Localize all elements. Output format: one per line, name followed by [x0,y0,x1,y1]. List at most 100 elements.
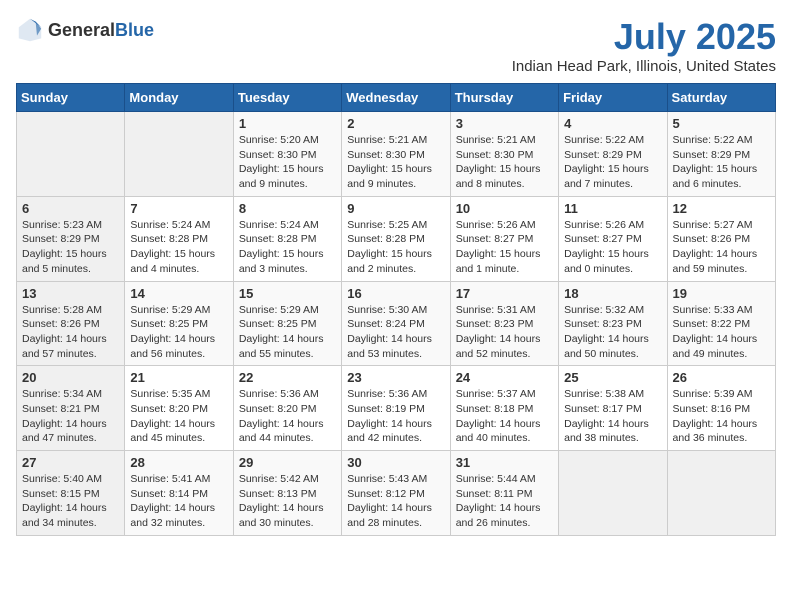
weekday-header-thursday: Thursday [450,84,558,112]
weekday-header-monday: Monday [125,84,233,112]
day-number: 20 [22,370,119,385]
day-info: Sunrise: 5:28 AM Sunset: 8:26 PM Dayligh… [22,303,119,362]
calendar-cell [667,451,775,536]
day-number: 16 [347,286,444,301]
day-number: 25 [564,370,661,385]
day-number: 24 [456,370,553,385]
calendar-cell: 2 Sunrise: 5:21 AM Sunset: 8:30 PM Daylig… [342,112,450,197]
calendar-cell [559,451,667,536]
day-info: Sunrise: 5:22 AM Sunset: 8:29 PM Dayligh… [564,133,661,192]
calendar-cell: 24 Sunrise: 5:37 AM Sunset: 8:18 PM Dayli… [450,366,558,451]
day-info: Sunrise: 5:34 AM Sunset: 8:21 PM Dayligh… [22,387,119,446]
weekday-header-row: SundayMondayTuesdayWednesdayThursdayFrid… [17,84,776,112]
day-info: Sunrise: 5:44 AM Sunset: 8:11 PM Dayligh… [456,472,553,531]
calendar-cell: 19Sunrise: 5:33 AM Sunset: 8:22 PM Dayli… [667,281,775,366]
calendar-cell: 26Sunrise: 5:39 AM Sunset: 8:16 PM Dayli… [667,366,775,451]
day-number: 10 [456,201,553,216]
day-number: 31 [456,455,553,470]
calendar-cell: 1 Sunrise: 5:20 AM Sunset: 8:30 PM Daylig… [233,112,341,197]
calendar-cell: 23 Sunrise: 5:36 AM Sunset: 8:19 PM Dayli… [342,366,450,451]
day-info: Sunrise: 5:24 AM Sunset: 8:28 PM Dayligh… [130,218,227,277]
calendar-cell: 30 Sunrise: 5:43 AM Sunset: 8:12 PM Dayli… [342,451,450,536]
day-info: Sunrise: 5:40 AM Sunset: 8:15 PM Dayligh… [22,472,119,531]
calendar-cell: 7 Sunrise: 5:24 AM Sunset: 8:28 PM Daylig… [125,196,233,281]
day-number: 27 [22,455,119,470]
calendar-cell: 4 Sunrise: 5:22 AM Sunset: 8:29 PM Daylig… [559,112,667,197]
day-info: Sunrise: 5:27 AM Sunset: 8:26 PM Dayligh… [673,218,770,277]
page-header: GeneralBlue July 2025 Indian Head Park, … [16,16,776,75]
day-info: Sunrise: 5:23 AM Sunset: 8:29 PM Dayligh… [22,218,119,277]
calendar-cell: 22 Sunrise: 5:36 AM Sunset: 8:20 PM Dayli… [233,366,341,451]
calendar-cell: 13Sunrise: 5:28 AM Sunset: 8:26 PM Dayli… [17,281,125,366]
calendar-cell [125,112,233,197]
day-number: 4 [564,116,661,131]
title-block: July 2025 Indian Head Park, Illinois, Un… [512,16,776,75]
calendar-cell: 15 Sunrise: 5:29 AM Sunset: 8:25 PM Dayli… [233,281,341,366]
weekday-header-friday: Friday [559,84,667,112]
logo: GeneralBlue [16,16,154,44]
day-number: 14 [130,286,227,301]
calendar-cell: 11Sunrise: 5:26 AM Sunset: 8:27 PM Dayli… [559,196,667,281]
calendar-cell: 3Sunrise: 5:21 AM Sunset: 8:30 PM Daylig… [450,112,558,197]
logo-icon [16,16,44,44]
day-number: 30 [347,455,444,470]
calendar-cell: 10 Sunrise: 5:26 AM Sunset: 8:27 PM Dayli… [450,196,558,281]
calendar-cell: 27 Sunrise: 5:40 AM Sunset: 8:15 PM Dayli… [17,451,125,536]
day-number: 1 [239,116,336,131]
day-number: 5 [673,116,770,131]
day-info: Sunrise: 5:22 AM Sunset: 8:29 PM Dayligh… [673,133,770,192]
day-info: Sunrise: 5:41 AM Sunset: 8:14 PM Dayligh… [130,472,227,531]
day-info: Sunrise: 5:36 AM Sunset: 8:20 PM Dayligh… [239,387,336,446]
day-info: Sunrise: 5:37 AM Sunset: 8:18 PM Dayligh… [456,387,553,446]
day-number: 7 [130,201,227,216]
day-info: Sunrise: 5:29 AM Sunset: 8:25 PM Dayligh… [239,303,336,362]
calendar-week-row: 13Sunrise: 5:28 AM Sunset: 8:26 PM Dayli… [17,281,776,366]
day-info: Sunrise: 5:20 AM Sunset: 8:30 PM Dayligh… [239,133,336,192]
calendar-week-row: 1 Sunrise: 5:20 AM Sunset: 8:30 PM Daylig… [17,112,776,197]
weekday-header-saturday: Saturday [667,84,775,112]
calendar-cell: 12 Sunrise: 5:27 AM Sunset: 8:26 PM Dayli… [667,196,775,281]
day-info: Sunrise: 5:36 AM Sunset: 8:19 PM Dayligh… [347,387,444,446]
day-number: 17 [456,286,553,301]
day-number: 15 [239,286,336,301]
calendar-cell: 16 Sunrise: 5:30 AM Sunset: 8:24 PM Dayli… [342,281,450,366]
calendar-table: SundayMondayTuesdayWednesdayThursdayFrid… [16,83,776,536]
weekday-header-sunday: Sunday [17,84,125,112]
calendar-cell: 25Sunrise: 5:38 AM Sunset: 8:17 PM Dayli… [559,366,667,451]
day-number: 9 [347,201,444,216]
day-info: Sunrise: 5:42 AM Sunset: 8:13 PM Dayligh… [239,472,336,531]
day-number: 19 [673,286,770,301]
day-info: Sunrise: 5:26 AM Sunset: 8:27 PM Dayligh… [456,218,553,277]
logo-blue: Blue [115,20,154,40]
calendar-cell: 21Sunrise: 5:35 AM Sunset: 8:20 PM Dayli… [125,366,233,451]
day-info: Sunrise: 5:35 AM Sunset: 8:20 PM Dayligh… [130,387,227,446]
day-info: Sunrise: 5:43 AM Sunset: 8:12 PM Dayligh… [347,472,444,531]
day-number: 23 [347,370,444,385]
calendar-cell: 5 Sunrise: 5:22 AM Sunset: 8:29 PM Daylig… [667,112,775,197]
day-info: Sunrise: 5:30 AM Sunset: 8:24 PM Dayligh… [347,303,444,362]
calendar-cell: 14 Sunrise: 5:29 AM Sunset: 8:25 PM Dayli… [125,281,233,366]
day-info: Sunrise: 5:31 AM Sunset: 8:23 PM Dayligh… [456,303,553,362]
day-info: Sunrise: 5:21 AM Sunset: 8:30 PM Dayligh… [456,133,553,192]
calendar-cell: 29 Sunrise: 5:42 AM Sunset: 8:13 PM Dayli… [233,451,341,536]
calendar-cell: 18Sunrise: 5:32 AM Sunset: 8:23 PM Dayli… [559,281,667,366]
calendar-cell [17,112,125,197]
day-number: 28 [130,455,227,470]
calendar-cell: 9Sunrise: 5:25 AM Sunset: 8:28 PM Daylig… [342,196,450,281]
day-number: 29 [239,455,336,470]
main-title: July 2025 [512,16,776,58]
weekday-header-wednesday: Wednesday [342,84,450,112]
calendar-week-row: 6 Sunrise: 5:23 AM Sunset: 8:29 PM Daylig… [17,196,776,281]
calendar-cell: 6 Sunrise: 5:23 AM Sunset: 8:29 PM Daylig… [17,196,125,281]
day-number: 2 [347,116,444,131]
day-info: Sunrise: 5:29 AM Sunset: 8:25 PM Dayligh… [130,303,227,362]
logo-general: General [48,20,115,40]
day-info: Sunrise: 5:32 AM Sunset: 8:23 PM Dayligh… [564,303,661,362]
day-number: 6 [22,201,119,216]
day-number: 11 [564,201,661,216]
day-number: 22 [239,370,336,385]
day-number: 26 [673,370,770,385]
day-number: 12 [673,201,770,216]
calendar-cell: 31 Sunrise: 5:44 AM Sunset: 8:11 PM Dayli… [450,451,558,536]
day-info: Sunrise: 5:21 AM Sunset: 8:30 PM Dayligh… [347,133,444,192]
